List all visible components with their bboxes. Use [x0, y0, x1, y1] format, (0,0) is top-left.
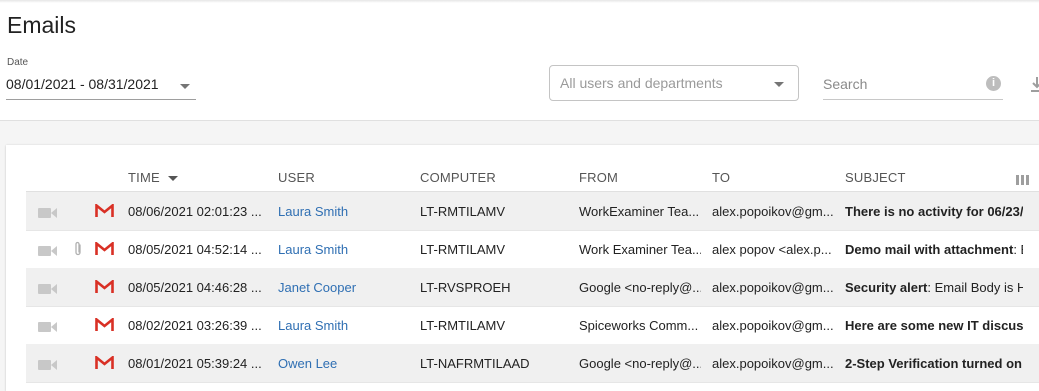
- download-icon[interactable]: [1030, 75, 1039, 95]
- cell-time: 08/01/2021 05:39:24 ...: [128, 356, 262, 371]
- gmail-icon: [95, 354, 114, 370]
- video-icon[interactable]: [38, 282, 58, 294]
- subject-rest-text: :: [1022, 356, 1023, 371]
- search-box: i: [823, 70, 1003, 100]
- cell-user[interactable]: Owen Lee: [278, 356, 408, 371]
- cell-user[interactable]: Janet Cooper: [278, 280, 408, 295]
- cell-subject: There is no activity for 06/23/:: [845, 204, 1023, 219]
- column-header-subject[interactable]: SUBJECT: [845, 170, 906, 185]
- video-icon[interactable]: [38, 320, 58, 332]
- column-header-time-label: TIME: [128, 170, 160, 185]
- users-departments-select[interactable]: All users and departments: [549, 65, 799, 101]
- cell-to: alex popov <alex.p...: [712, 242, 832, 257]
- video-icon[interactable]: [38, 206, 58, 218]
- paperclip-icon: [73, 241, 83, 257]
- cell-from: Work Examiner Tea...: [579, 242, 701, 257]
- cell-from: Spiceworks Comm...: [579, 318, 699, 333]
- cell-subject: Security alert: Email Body is H: [845, 280, 1023, 295]
- column-header-computer[interactable]: COMPUTER: [420, 170, 496, 185]
- subject-rest-text: : E: [1013, 242, 1023, 257]
- page-title: Emails: [7, 12, 77, 38]
- users-select-placeholder: All users and departments: [560, 75, 723, 91]
- subject-bold-text: Demo mail with attachment: [845, 242, 1014, 257]
- cell-computer: LT-RMTILAMV: [420, 318, 505, 333]
- cell-to: alex.popoikov@gm...: [712, 280, 834, 295]
- subject-bold-text: Security alert: [845, 280, 928, 295]
- subject-bold-text: Here are some new IT discussi: [845, 318, 1023, 333]
- cell-to: alex.popoikov@gm...: [712, 356, 834, 371]
- gmail-icon: [95, 278, 114, 294]
- cell-user[interactable]: Laura Smith: [278, 204, 408, 219]
- table-row[interactable]: 08/05/2021 04:52:14 ... Laura Smith LT-RMT…: [26, 230, 1039, 269]
- sort-desc-icon: [167, 176, 178, 182]
- cell-user[interactable]: Laura Smith: [278, 318, 408, 333]
- cell-computer: LT-RMTILAMV: [420, 242, 505, 257]
- columns-icon[interactable]: [1016, 172, 1029, 185]
- cell-from: WorkExaminer Tea...: [579, 204, 700, 219]
- cell-time: 08/05/2021 04:46:28 ...: [128, 280, 262, 295]
- date-range-dropdown[interactable]: 08/01/2021 - 08/31/2021: [6, 73, 196, 100]
- cell-subject: 2-Step Verification turned on:: [845, 356, 1023, 371]
- top-shadow: [0, 0, 1039, 3]
- chevron-down-icon: [774, 82, 784, 87]
- info-icon[interactable]: i: [986, 76, 1001, 91]
- table-row[interactable]: 08/02/2021 03:26:39 ... Laura Smith LT-RMT…: [26, 306, 1039, 345]
- cell-subject: Here are some new IT discussi: [845, 318, 1023, 333]
- gmail-icon: [95, 202, 114, 218]
- table-row[interactable]: 08/05/2021 04:46:28 ... Janet Cooper LT-RV…: [26, 268, 1039, 307]
- search-input[interactable]: [823, 74, 973, 94]
- cell-computer: LT-NAFRMTILAAD: [420, 356, 530, 371]
- cell-to: alex.popoikov@gm...: [712, 318, 834, 333]
- video-icon[interactable]: [38, 358, 58, 370]
- cell-user[interactable]: Laura Smith: [278, 242, 408, 257]
- chevron-down-icon: [180, 84, 190, 89]
- table-row[interactable]: 08/06/2021 02:01:23 ... Laura Smith LT-RMT…: [26, 192, 1039, 231]
- column-header-time[interactable]: TIME: [128, 170, 178, 185]
- gmail-icon: [95, 316, 114, 332]
- cell-subject: Demo mail with attachment: E: [845, 242, 1023, 257]
- cell-from: Google <no-reply@...: [579, 356, 701, 371]
- subject-bold-text: 2-Step Verification turned on: [845, 356, 1022, 371]
- table-row[interactable]: 08/01/2021 05:39:24 ... Owen Lee LT-NAFRMT…: [26, 344, 1039, 383]
- subject-rest-text: : Email Body is H: [927, 280, 1023, 295]
- cell-time: 08/06/2021 02:01:23 ...: [128, 204, 262, 219]
- cell-time: 08/02/2021 03:26:39 ...: [128, 318, 262, 333]
- video-icon[interactable]: [38, 244, 58, 256]
- cell-to: alex.popoikov@gm...: [712, 204, 834, 219]
- cell-time: 08/05/2021 04:52:14 ...: [128, 242, 262, 257]
- gmail-icon: [95, 240, 114, 256]
- column-header-user[interactable]: USER: [278, 170, 315, 185]
- date-filter-label: Date: [7, 57, 29, 68]
- cell-from: Google <no-reply@...: [579, 280, 701, 295]
- cell-computer: LT-RMTILAMV: [420, 204, 505, 219]
- date-range-value: 08/01/2021 - 08/31/2021: [6, 76, 159, 92]
- subject-bold-text: There is no activity for 06/23/:: [845, 204, 1023, 219]
- column-header-to[interactable]: TO: [712, 170, 730, 185]
- column-header-from[interactable]: FROM: [579, 170, 618, 185]
- cell-computer: LT-RVSPROEH: [420, 280, 511, 295]
